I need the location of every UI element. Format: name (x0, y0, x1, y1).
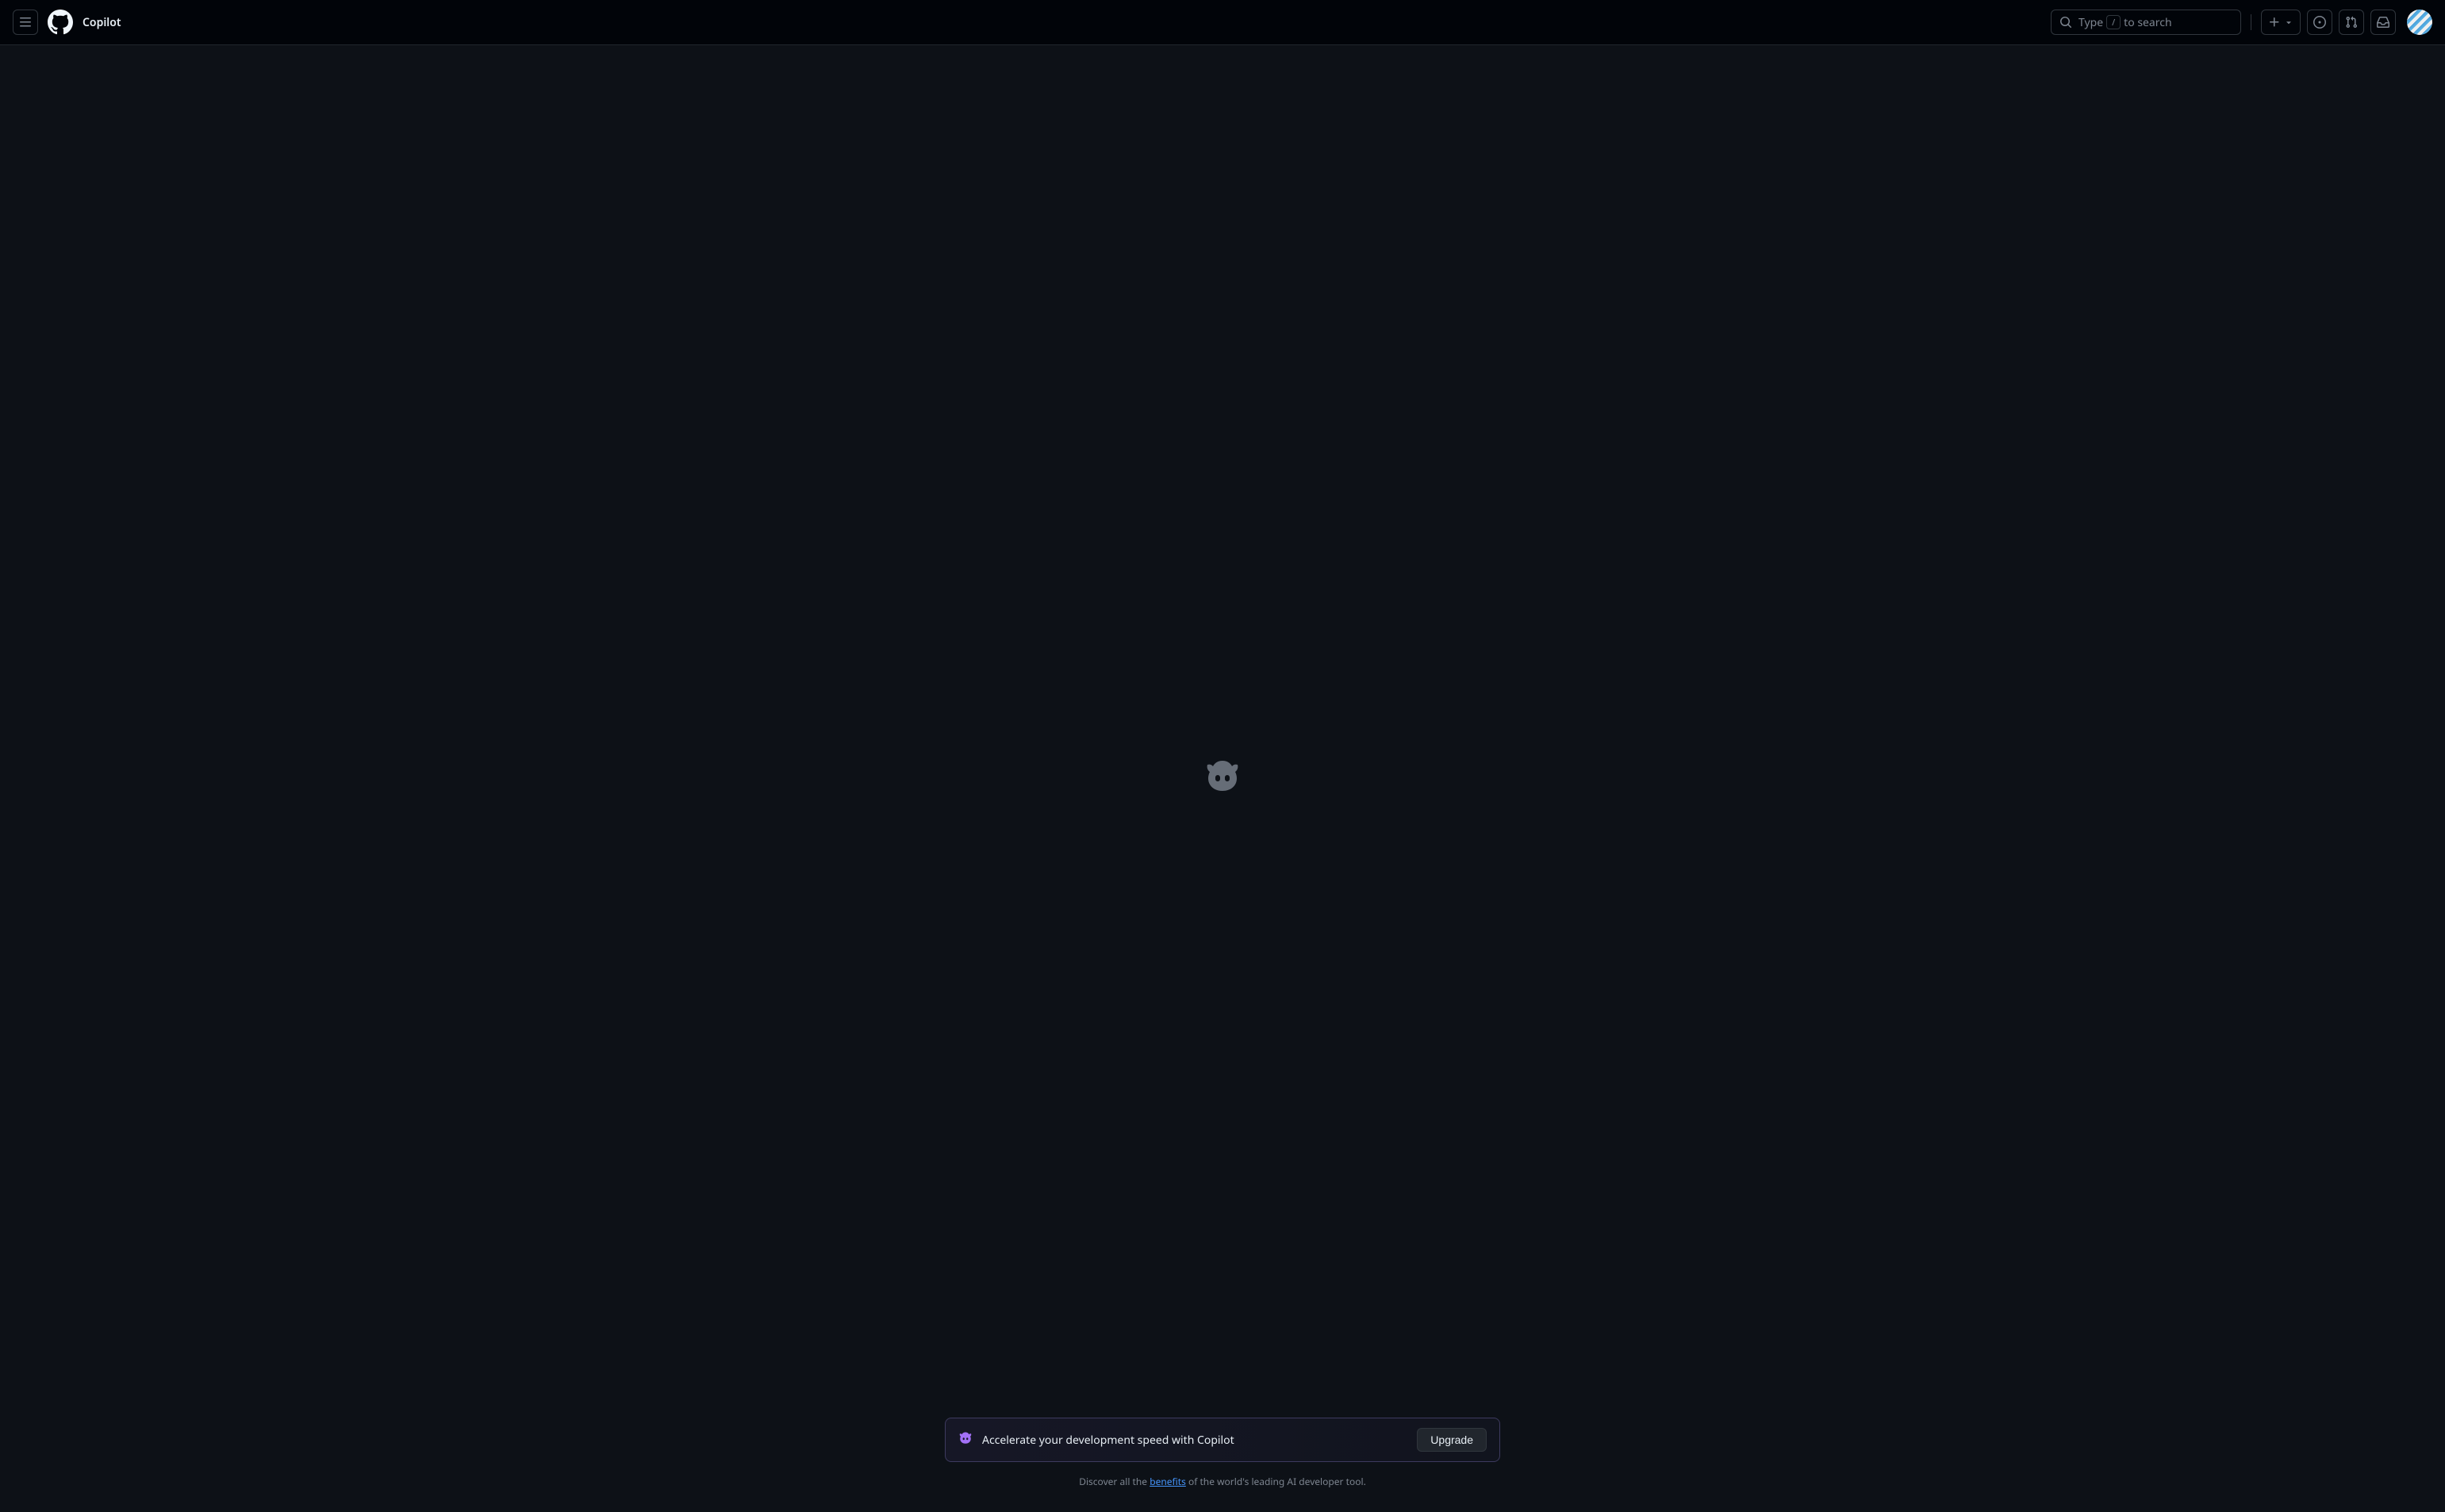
copilot-small-icon (958, 1431, 973, 1449)
app-title: Copilot (83, 15, 121, 30)
hamburger-icon (19, 16, 32, 29)
upgrade-button[interactable]: Upgrade (1417, 1428, 1487, 1452)
triangle-down-icon (2284, 17, 2293, 27)
discover-text: Discover all the benefits of the world's… (1079, 1475, 1366, 1488)
github-icon (48, 10, 73, 35)
header-left: Copilot (13, 10, 121, 35)
app-header: Copilot Type / to search (0, 0, 2445, 45)
pull-request-icon (2345, 16, 2358, 29)
inbox-icon (2377, 16, 2389, 29)
search-placeholder: Type / to search (2078, 15, 2172, 30)
issues-button[interactable] (2307, 10, 2332, 35)
header-right: Type / to search (2051, 10, 2432, 35)
plus-icon (2268, 16, 2281, 29)
copilot-icon (1203, 758, 1242, 796)
pull-requests-button[interactable] (2339, 10, 2364, 35)
copilot-logo (1203, 758, 1242, 800)
benefits-link[interactable]: benefits (1150, 1475, 1186, 1488)
search-icon (2059, 16, 2072, 29)
issue-icon (2313, 16, 2326, 29)
promo-text: Accelerate your development speed with C… (982, 1433, 1417, 1448)
search-kbd: / (2106, 15, 2121, 29)
footer-section: Accelerate your development speed with C… (945, 1418, 1500, 1488)
inbox-button[interactable] (2370, 10, 2396, 35)
user-avatar[interactable] (2407, 10, 2432, 35)
promo-banner: Accelerate your development speed with C… (945, 1418, 1500, 1462)
hamburger-menu-button[interactable] (13, 10, 38, 35)
create-new-button[interactable] (2261, 10, 2301, 35)
search-input[interactable]: Type / to search (2051, 10, 2241, 35)
main-content: Accelerate your development speed with C… (0, 45, 2445, 1512)
github-logo[interactable] (48, 10, 73, 35)
